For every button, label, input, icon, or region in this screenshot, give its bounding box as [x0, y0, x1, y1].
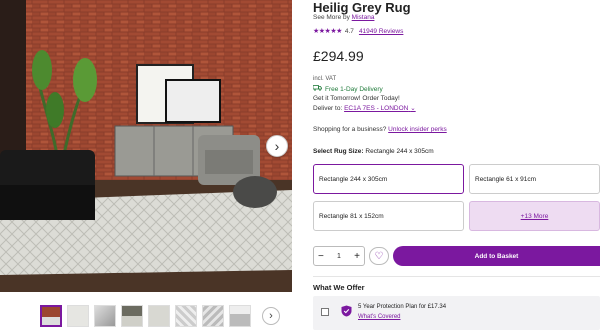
chevron-right-icon: › [274, 138, 280, 154]
business-link[interactable]: Unlock insider perks [388, 126, 447, 133]
size-option-1[interactable]: Rectangle 244 x 305cm [313, 164, 464, 194]
thumbnail-1[interactable] [40, 305, 62, 327]
reviews-link[interactable]: 41949 Reviews [359, 28, 403, 35]
quantity-value[interactable]: 1 [337, 253, 341, 260]
offers-title: What We Offer [313, 283, 365, 292]
business-promo: Shopping for a business? Unlock insider … [313, 126, 447, 133]
star-rating-icon: ★★★★★ [313, 28, 342, 35]
more-sizes-button[interactable]: +13 More [469, 201, 600, 231]
whats-covered-link[interactable]: What's Covered [358, 314, 401, 320]
thumbnail-3[interactable] [94, 305, 116, 327]
deliver-to: Deliver to: EC1A 7ES - LONDON ⌄ [313, 105, 416, 112]
thumbnail-7[interactable] [202, 305, 224, 327]
thumbnail-2[interactable] [67, 305, 89, 327]
size-option-3[interactable]: Rectangle 81 x 152cm [313, 201, 464, 231]
quantity-stepper: − 1 + [313, 246, 365, 266]
product-price: £294.99 [313, 48, 364, 64]
protection-plan-checkbox[interactable] [321, 308, 329, 316]
protection-plan-text: 5 Year Protection Plan for £17.34 [358, 304, 447, 310]
free-delivery: Free 1-Day Delivery [312, 85, 383, 93]
size-label: Select Rug Size: Rectangle 244 x 305cm [313, 148, 434, 155]
product-title: Heilig Grey Rug [313, 0, 411, 15]
rating-value: 4.7 [344, 27, 354, 35]
vat-note: incl. VAT [313, 76, 337, 82]
chevron-down-icon: ⌄ [410, 105, 416, 112]
protection-plan-offer: 5 Year Protection Plan for £17.34 What's… [313, 296, 600, 330]
delivery-estimate: Get it Tomorrow! Order Today! [313, 95, 400, 102]
quantity-minus-button[interactable]: − [318, 251, 324, 262]
heart-icon: ♡ [374, 250, 384, 262]
image-next-button[interactable]: › [266, 135, 288, 157]
thumbnail-8[interactable] [229, 305, 251, 327]
product-main-image [0, 0, 292, 292]
postcode-link[interactable]: EC1A 7ES - LONDON ⌄ [344, 105, 416, 112]
selected-size-value: Rectangle 244 x 305cm [365, 148, 434, 155]
brand-link[interactable]: Mistana [352, 14, 375, 21]
quantity-plus-button[interactable]: + [354, 251, 360, 262]
rating-row: ★★★★★ 4.7 41949 Reviews [313, 27, 403, 36]
chevron-right-icon: › [269, 310, 273, 322]
thumbnail-4[interactable] [121, 305, 143, 327]
thumbnail-5[interactable] [148, 305, 170, 327]
see-more-by: See More by Mistana [313, 14, 375, 21]
thumbnail-6[interactable] [175, 305, 197, 327]
truck-icon [312, 85, 322, 93]
shield-icon [341, 304, 352, 322]
thumbnails-next-button[interactable]: › [262, 307, 280, 325]
thumbnail-strip [40, 305, 251, 329]
add-to-basket-button[interactable]: Add to Basket [393, 246, 600, 266]
size-option-2[interactable]: Rectangle 61 x 91cm [469, 164, 600, 194]
divider [313, 276, 600, 277]
favourite-button[interactable]: ♡ [369, 247, 389, 265]
